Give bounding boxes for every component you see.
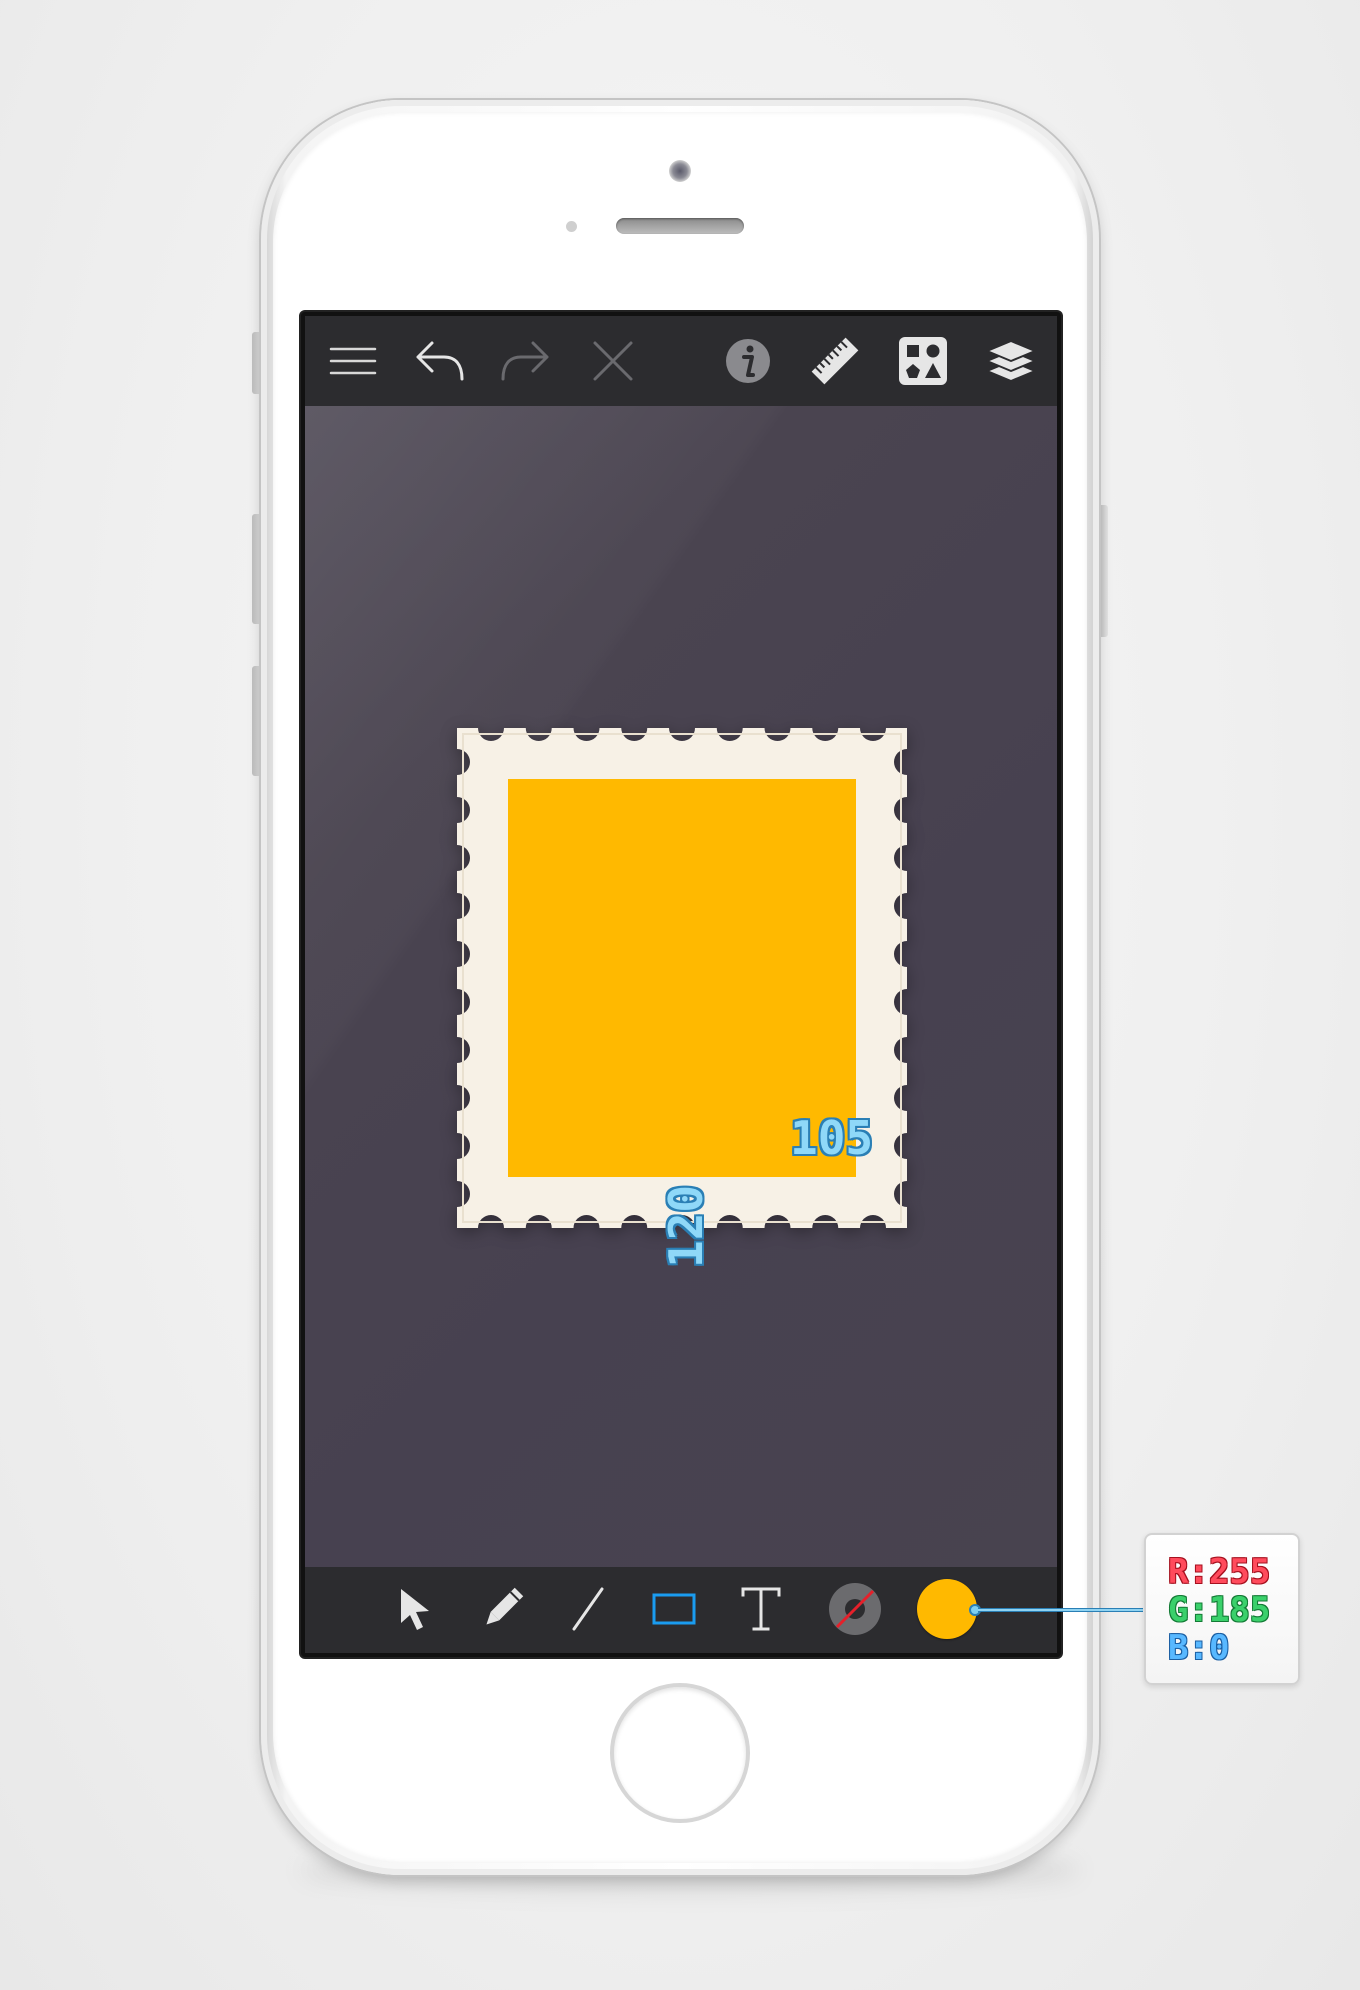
line-icon[interactable] bbox=[562, 1583, 614, 1635]
top-toolbar bbox=[305, 316, 1057, 406]
ruler-icon[interactable] bbox=[809, 335, 861, 387]
front-camera bbox=[669, 160, 691, 182]
stroke-none-icon[interactable] bbox=[825, 1579, 885, 1639]
select-arrow-icon[interactable] bbox=[389, 1583, 441, 1635]
green-value: G:185 bbox=[1168, 1590, 1271, 1630]
pencil-icon[interactable] bbox=[476, 1583, 528, 1635]
blue-value: B:0 bbox=[1168, 1628, 1230, 1668]
layers-icon[interactable] bbox=[985, 335, 1037, 387]
menu-icon[interactable] bbox=[327, 335, 379, 387]
red-value: R:255 bbox=[1168, 1552, 1271, 1592]
text-icon[interactable] bbox=[735, 1583, 787, 1635]
home-button[interactable] bbox=[610, 1683, 750, 1823]
redo-icon[interactable] bbox=[499, 335, 551, 387]
drawing-canvas[interactable]: 105 120 bbox=[305, 406, 1057, 1567]
fill-color-swatch[interactable] bbox=[917, 1579, 977, 1639]
proximity-sensor bbox=[566, 221, 577, 232]
bottom-toolbar bbox=[305, 1567, 1057, 1653]
shapes-icon[interactable] bbox=[897, 335, 949, 387]
app-screen: 105 120 bbox=[301, 312, 1061, 1657]
rgb-readout-panel: R:255 G:185 B:0 bbox=[1144, 1533, 1300, 1685]
width-dimension-label: 105 bbox=[790, 1111, 874, 1165]
power-button bbox=[1098, 505, 1108, 637]
color-leader-line bbox=[978, 1608, 1143, 1612]
height-dimension-label: 120 bbox=[659, 1184, 713, 1268]
rectangle-icon[interactable] bbox=[648, 1583, 700, 1635]
postage-stamp-shape[interactable]: 105 120 bbox=[457, 728, 907, 1268]
earpiece-speaker bbox=[616, 218, 744, 234]
close-icon[interactable] bbox=[587, 335, 639, 387]
info-icon[interactable] bbox=[722, 335, 774, 387]
undo-icon[interactable] bbox=[414, 335, 466, 387]
